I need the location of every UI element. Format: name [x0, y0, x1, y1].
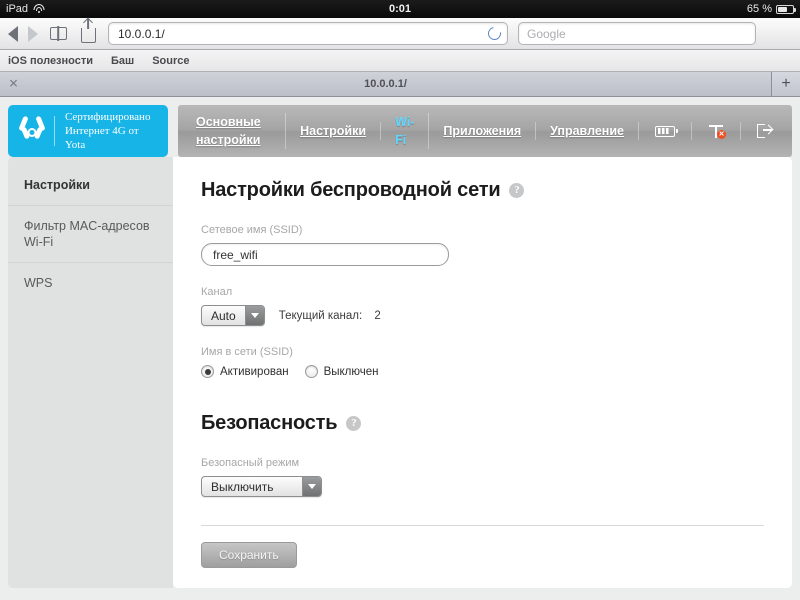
sidebar-item-label: Фильтр MAC-адресов Wi-Fi — [24, 219, 150, 249]
reload-icon[interactable] — [485, 24, 504, 43]
security-mode-label: Безопасный режим — [201, 457, 300, 469]
chevron-down-icon — [302, 477, 321, 496]
broadcast-label: Имя в сети (SSID) — [201, 346, 293, 358]
channel-label: Канал — [201, 286, 233, 298]
router-main-nav: Основные настройки Настройки Wi-Fi Прило… — [178, 105, 792, 157]
brand-line-1: Сертифицировано — [64, 111, 151, 123]
back-arrow-icon[interactable] — [8, 25, 18, 42]
router-header: Сертифицировано Интернет 4G от Yota Осно… — [0, 97, 800, 157]
device-name: iPad — [6, 3, 29, 15]
router-web-page: Сертифицировано Интернет 4G от Yota Осно… — [0, 97, 800, 600]
sidebar-item-wps[interactable]: WPS — [8, 263, 173, 303]
current-channel-label: Текущий канал: — [278, 309, 363, 322]
browser-tab-title: 10.0.0.1/ — [364, 78, 407, 90]
sidebar-item-label: Настройки — [24, 178, 90, 192]
ssid-input[interactable] — [201, 243, 449, 266]
channel-select-value: Auto — [211, 309, 236, 323]
wireless-settings-title-text: Настройки беспроводной сети — [201, 179, 501, 201]
security-mode-select-value: Выключить — [211, 480, 274, 494]
search-input[interactable]: Google — [518, 22, 756, 45]
nav-item-wifi[interactable]: Wi-Fi — [381, 113, 430, 149]
security-mode-field-group: Безопасный режим Выключить — [201, 457, 764, 497]
radio-option-disabled-label: Выключен — [323, 365, 379, 378]
broadcast-radio-group: Активирован Выключен — [201, 365, 764, 378]
sidebar-item-settings[interactable]: Настройки — [8, 165, 173, 206]
help-icon[interactable]: ? — [346, 416, 362, 431]
url-text: 10.0.0.1/ — [118, 26, 165, 41]
new-tab-button[interactable]: + — [772, 72, 800, 96]
ssid-field-group: Сетевое имя (SSID) — [201, 224, 764, 266]
security-title-text: Безопасность — [201, 412, 338, 434]
nav-item-management[interactable]: Управление — [536, 122, 639, 140]
brand-text: Сертифицировано Интернет 4G от Yota — [65, 110, 156, 152]
bookmark-item-2[interactable]: Source — [152, 55, 189, 67]
browser-toolbar: 10.0.0.1/ Google — [0, 18, 800, 50]
router-sidebar: Настройки Фильтр MAC-адресов Wi-Fi WPS — [8, 157, 173, 588]
current-channel-value: 2 — [374, 309, 381, 322]
signal-error-icon[interactable]: ✕ — [692, 122, 741, 140]
radio-option-disabled[interactable]: Выключен — [304, 365, 379, 378]
yota-logo-icon — [18, 115, 46, 146]
status-bar-right: 65 % — [746, 3, 796, 15]
sidebar-item-label: WPS — [24, 276, 53, 290]
nav-item-settings[interactable]: Настройки — [286, 122, 382, 140]
security-title: Безопасность ? — [201, 412, 764, 435]
ios-status-bar: iPad 0:01 65 % — [0, 0, 800, 18]
brand-line-2: Интернет 4G от Yota — [64, 125, 139, 151]
share-icon[interactable] — [78, 25, 98, 43]
broadcast-field-group: Имя в сети (SSID) Активирован Выключен — [201, 346, 764, 378]
bookmark-item-0[interactable]: iOS полезности — [8, 55, 93, 67]
battery-percent-label: 65 % — [746, 3, 772, 15]
channel-field-group: Канал Auto Текущий канал: 2 — [201, 286, 764, 326]
router-body: Настройки Фильтр MAC-адресов Wi-Fi WPS Н… — [0, 157, 800, 588]
book-icon[interactable] — [48, 25, 68, 43]
channel-row: Auto Текущий канал: 2 — [201, 305, 764, 326]
chevron-down-icon — [244, 306, 264, 325]
battery-icon — [776, 4, 796, 14]
url-input[interactable]: 10.0.0.1/ — [108, 22, 508, 45]
wireless-settings-title: Настройки беспроводной сети ? — [201, 179, 764, 202]
current-channel-info: Текущий канал: 2 — [279, 310, 381, 322]
form-divider — [201, 525, 764, 526]
forward-arrow-icon[interactable] — [28, 25, 38, 42]
radio-icon — [304, 365, 318, 378]
channel-select[interactable]: Auto — [201, 305, 265, 326]
yota-brand-badge: Сертифицировано Интернет 4G от Yota — [8, 105, 168, 157]
status-bar-left: iPad — [6, 3, 45, 15]
router-content-panel: Настройки беспроводной сети ? Сетевое им… — [173, 157, 792, 588]
bookmark-item-1[interactable]: Баш — [111, 55, 134, 67]
battery-status-icon[interactable] — [639, 122, 692, 140]
radio-option-enabled-label: Активирован — [220, 365, 289, 378]
nav-item-apps[interactable]: Приложения — [429, 122, 537, 140]
security-mode-select[interactable]: Выключить — [201, 476, 322, 497]
bookmarks-bar: iOS полезности Баш Source — [0, 50, 800, 72]
nav-item-main-settings[interactable]: Основные настройки — [182, 113, 287, 149]
save-button[interactable]: Сохранить — [201, 542, 297, 568]
radio-option-enabled[interactable]: Активирован — [201, 365, 289, 378]
wifi-icon — [33, 4, 45, 14]
brand-divider — [54, 116, 55, 146]
tab-bar: ✕ 10.0.0.1/ + — [0, 72, 800, 97]
ssid-label: Сетевое имя (SSID) — [201, 224, 303, 236]
browser-tab[interactable]: ✕ 10.0.0.1/ — [0, 72, 772, 96]
logout-icon[interactable] — [741, 122, 788, 140]
help-icon[interactable]: ? — [509, 183, 525, 198]
close-icon[interactable]: ✕ — [8, 78, 19, 90]
sidebar-item-mac-filter[interactable]: Фильтр MAC-адресов Wi-Fi — [8, 206, 173, 263]
status-bar-clock: 0:01 — [388, 3, 412, 15]
radio-icon — [201, 365, 214, 378]
search-placeholder: Google — [527, 26, 566, 41]
